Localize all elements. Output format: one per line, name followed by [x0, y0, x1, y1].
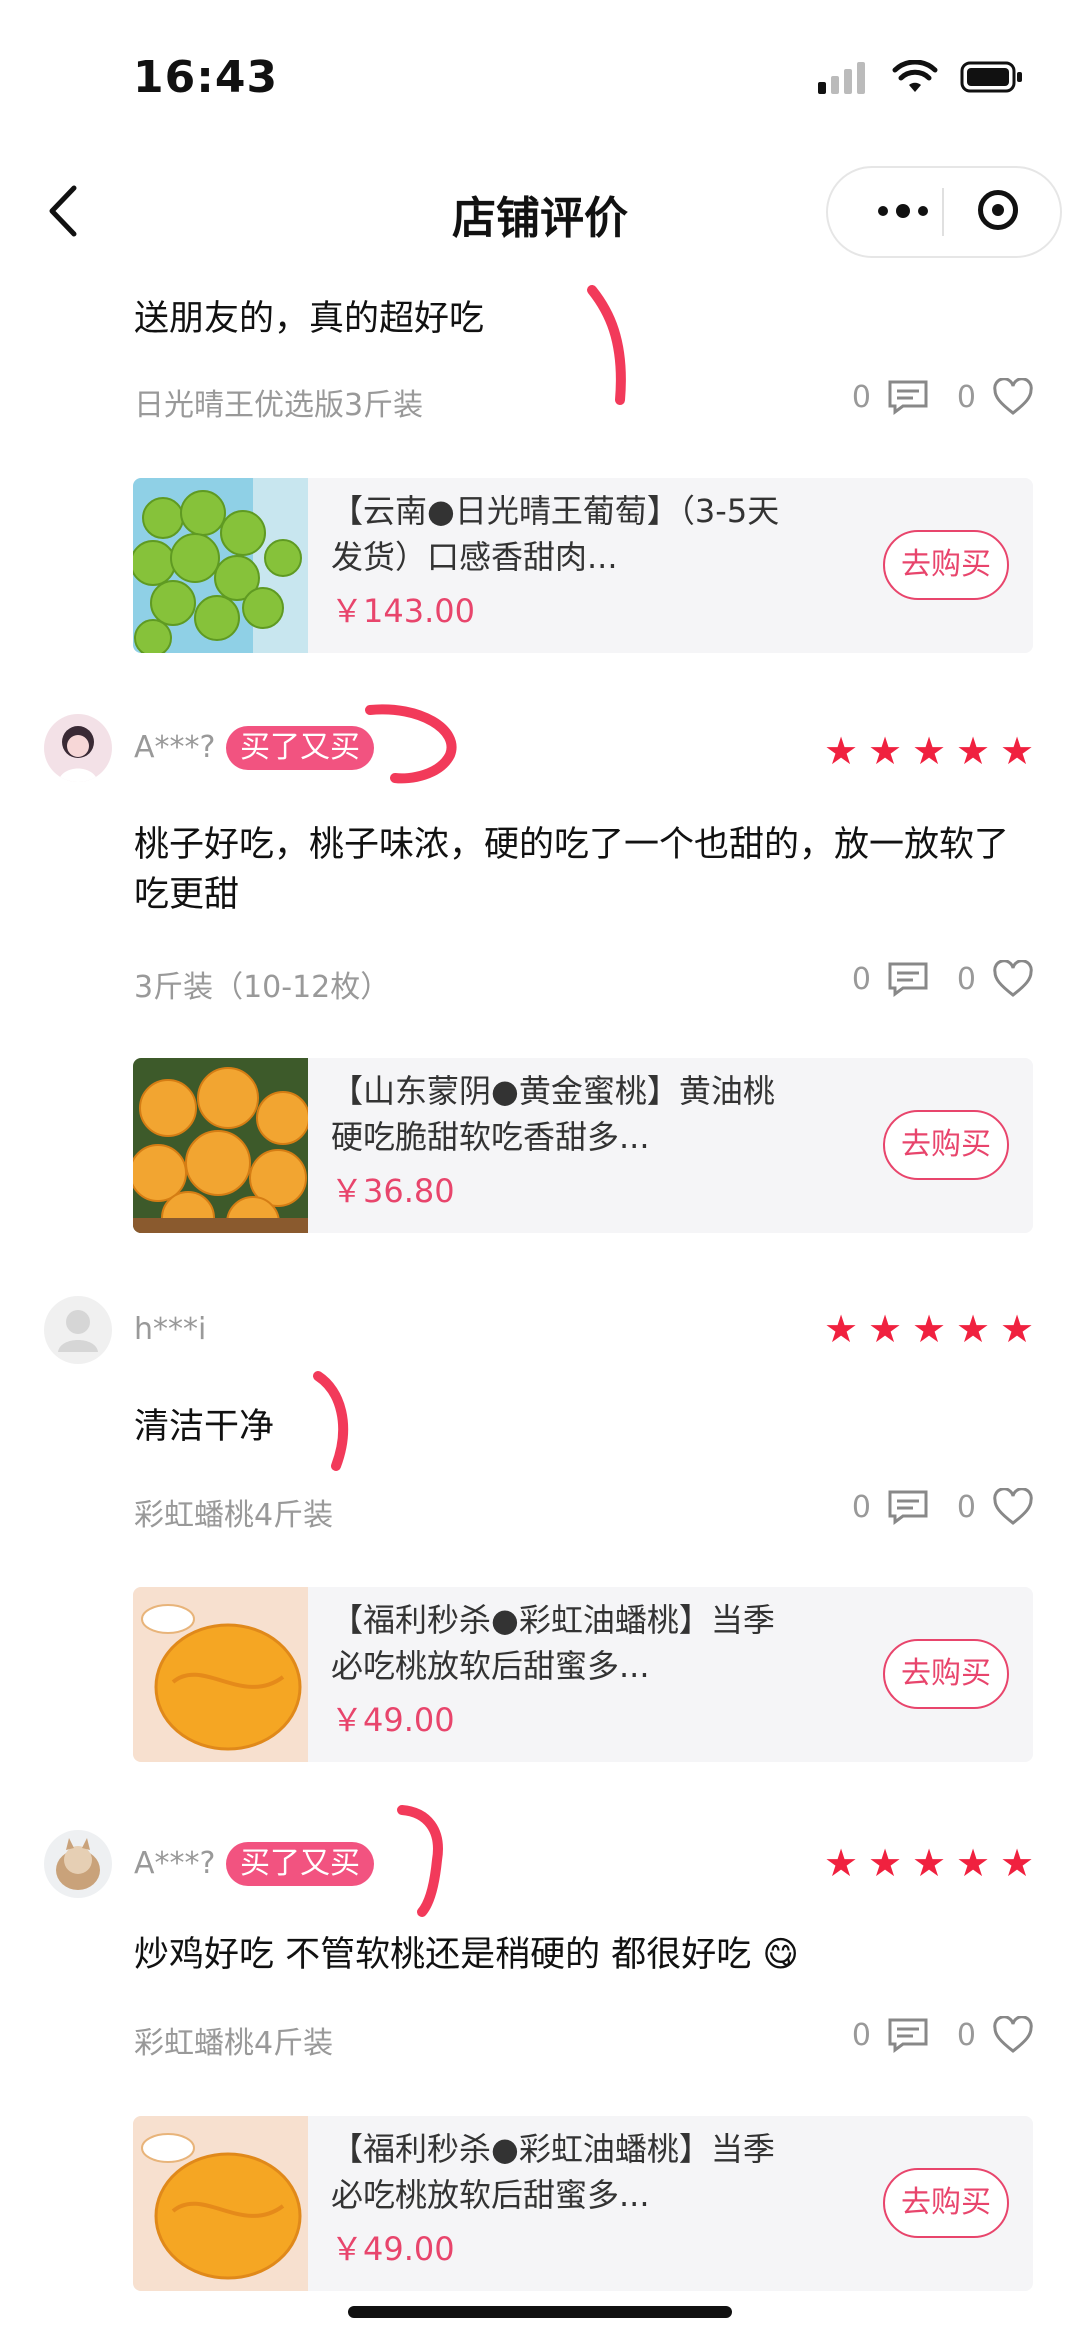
- like-count: 0: [956, 379, 976, 415]
- star-icon: ★: [1000, 1307, 1035, 1351]
- avatar[interactable]: [44, 1830, 112, 1898]
- username: A***?: [134, 1846, 216, 1881]
- close-miniprogram-icon[interactable]: [978, 190, 1018, 230]
- star-icon: ★: [956, 1307, 991, 1351]
- like-count: 0: [956, 2017, 976, 2053]
- star-icon: ★: [824, 1307, 859, 1351]
- comment-count: 0: [851, 1489, 871, 1525]
- comment-count: 0: [851, 379, 871, 415]
- review-spec: 彩虹蟠桃4斤装: [134, 1498, 334, 1533]
- star-icon: ★: [868, 1307, 903, 1351]
- battery-icon: [960, 61, 1022, 93]
- product-image-flat-peach: [133, 1587, 308, 1762]
- star-icon: ★: [1000, 1841, 1035, 1885]
- avatar[interactable]: [44, 1296, 112, 1364]
- star-icon: ★: [912, 729, 947, 773]
- product-image-peaches: [133, 1058, 308, 1233]
- signal-icon: [818, 62, 865, 94]
- product-title: 【福利秒杀●彩虹油蟠桃】当季必吃桃放软后甜蜜多...: [331, 1601, 775, 1685]
- comment-icon[interactable]: [887, 1489, 929, 1525]
- review-content: 炒鸡好吃 不管软桃还是稍硬的 都很好吃 😋: [134, 1935, 799, 1975]
- product-price: ￥143.00: [331, 592, 475, 630]
- red-annotation-stroke: [397, 1805, 443, 1917]
- product-title: 【云南●日光晴王葡萄】（3-5天发货）口感香甜肉...: [331, 492, 780, 576]
- product-card[interactable]: 【山东蒙阴●黄金蜜桃】黄油桃硬吃脆甜软吃香甜多... ￥36.80 去购买: [133, 1058, 1033, 1233]
- review-actions: 0 0: [852, 960, 1034, 998]
- star-icon: ★: [824, 1841, 859, 1885]
- star-icon: ★: [956, 1841, 991, 1885]
- avatar[interactable]: [44, 714, 112, 782]
- heart-icon[interactable]: [992, 2016, 1034, 2054]
- rating-stars: ★ ★ ★ ★ ★: [824, 1307, 1035, 1351]
- review-actions: 0 0: [852, 378, 1034, 416]
- product-card[interactable]: 【云南●日光晴王葡萄】（3-5天发货）口感香甜肉... ￥143.00 去购买: [133, 478, 1033, 653]
- buy-button[interactable]: 去购买: [883, 2168, 1009, 2238]
- heart-icon[interactable]: [992, 1488, 1034, 1526]
- rating-stars: ★ ★ ★ ★ ★: [824, 729, 1035, 773]
- review-actions: 0 0: [852, 2016, 1034, 2054]
- heart-icon[interactable]: [992, 378, 1034, 416]
- red-annotation-stroke: [587, 285, 626, 405]
- wifi-icon: [892, 60, 938, 92]
- like-count: 0: [956, 961, 976, 997]
- status-icons: [818, 60, 1024, 94]
- capsule-divider: [942, 188, 944, 236]
- username: A***?: [134, 730, 216, 765]
- review-content: 桃子好吃，桃子味浓，硬的吃了一个也甜的，放一放软了吃更甜: [134, 825, 1010, 915]
- star-icon: ★: [912, 1841, 947, 1885]
- comment-icon[interactable]: [887, 2017, 929, 2053]
- product-price: ￥49.00: [331, 1701, 455, 1739]
- like-count: 0: [956, 1489, 976, 1525]
- repurchase-badge: 买了又买: [226, 1842, 374, 1886]
- comment-icon[interactable]: [887, 379, 929, 415]
- review-actions: 0 0: [852, 1488, 1034, 1526]
- buy-button[interactable]: 去购买: [883, 1639, 1009, 1709]
- comment-icon[interactable]: [887, 961, 929, 997]
- product-title: 【山东蒙阴●黄金蜜桃】黄油桃硬吃脆甜软吃香甜多...: [331, 1072, 775, 1156]
- repurchase-badge: 买了又买: [226, 726, 374, 770]
- star-icon: ★: [912, 1307, 947, 1351]
- rating-stars: ★ ★ ★ ★ ★: [824, 1841, 1035, 1885]
- buy-button[interactable]: 去购买: [883, 1110, 1009, 1180]
- status-time: 16:43: [133, 52, 279, 103]
- review-spec: 彩虹蟠桃4斤装: [134, 2026, 334, 2061]
- product-title: 【福利秒杀●彩虹油蟠桃】当季必吃桃放软后甜蜜多...: [331, 2130, 775, 2214]
- mini-program-capsule: [826, 166, 1062, 258]
- product-card[interactable]: 【福利秒杀●彩虹油蟠桃】当季必吃桃放软后甜蜜多... ￥49.00 去购买: [133, 2116, 1033, 2291]
- home-indicator[interactable]: [348, 2306, 732, 2318]
- review-spec: 3斤装（10-12枚）: [134, 970, 391, 1005]
- comment-count: 0: [851, 961, 871, 997]
- star-icon: ★: [868, 1841, 903, 1885]
- star-icon: ★: [824, 729, 859, 773]
- star-icon: ★: [868, 729, 903, 773]
- heart-icon[interactable]: [992, 960, 1034, 998]
- buy-button[interactable]: 去购买: [883, 530, 1009, 600]
- comment-count: 0: [851, 2017, 871, 2053]
- product-image-grapes: [133, 478, 308, 653]
- username: h***i: [134, 1312, 207, 1347]
- star-icon: ★: [956, 729, 991, 773]
- star-icon: ★: [1000, 729, 1035, 773]
- more-icon[interactable]: [878, 204, 928, 218]
- product-card[interactable]: 【福利秒杀●彩虹油蟠桃】当季必吃桃放软后甜蜜多... ￥49.00 去购买: [133, 1587, 1033, 1762]
- product-price: ￥49.00: [331, 2230, 455, 2268]
- review-content: 清洁干净: [134, 1407, 275, 1447]
- product-image-flat-peach: [133, 2116, 308, 2291]
- red-annotation-stroke: [365, 704, 457, 784]
- product-price: ￥36.80: [331, 1172, 455, 1210]
- red-annotation-stroke: [313, 1371, 349, 1471]
- review-spec: 日光晴王优选版3斤装: [134, 388, 424, 423]
